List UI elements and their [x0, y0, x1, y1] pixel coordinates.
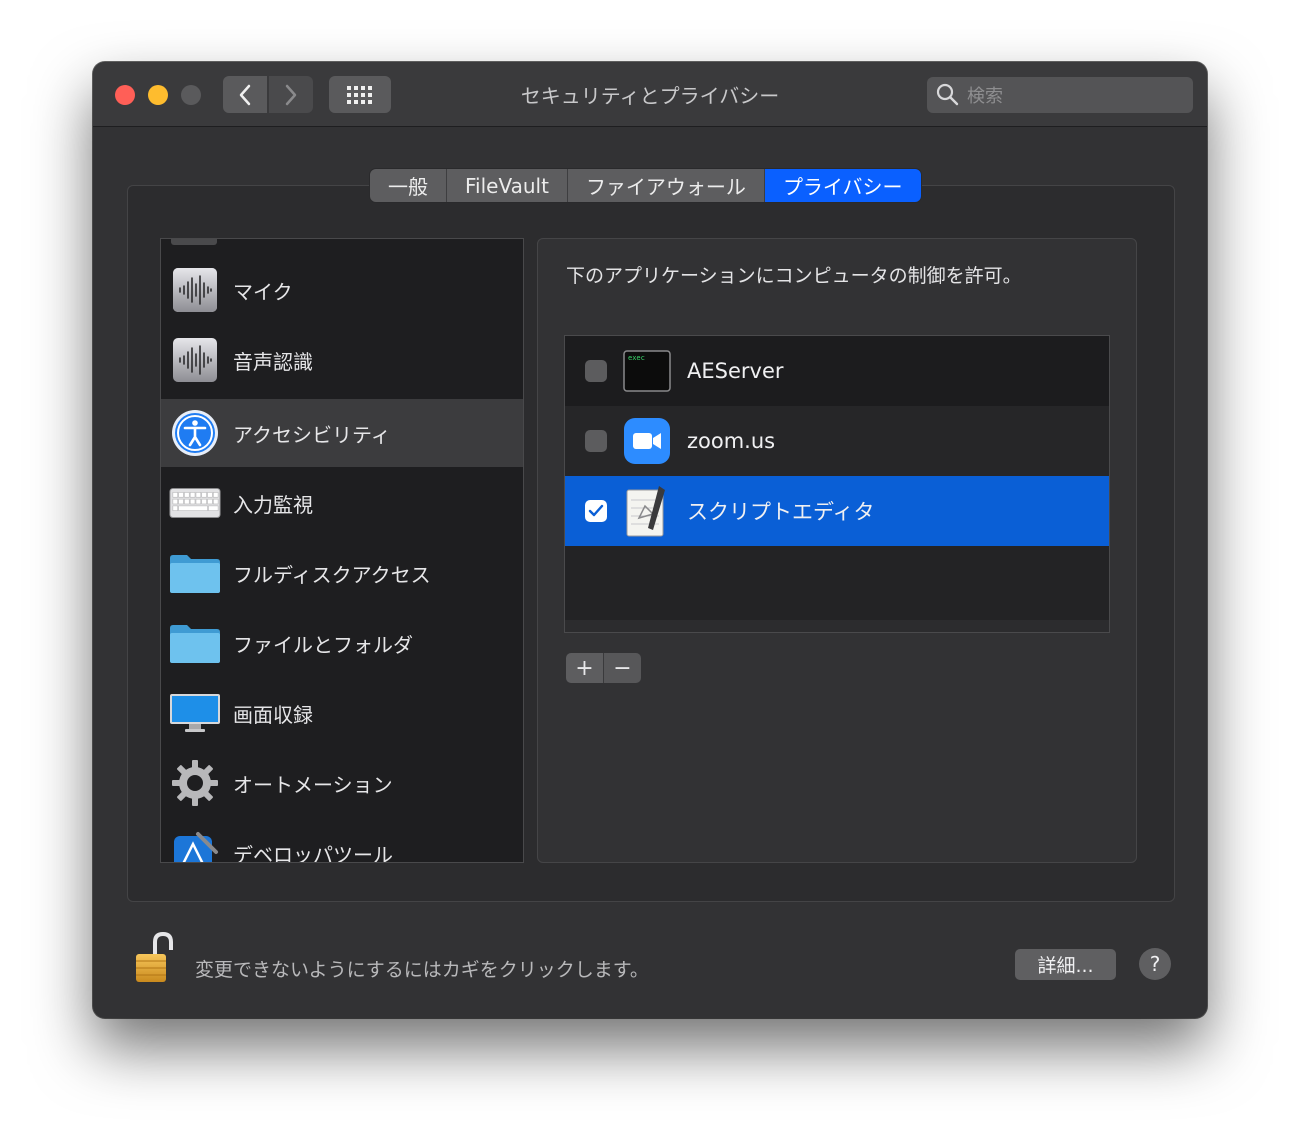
xcode-icon — [169, 827, 221, 862]
sidebar-item-label: アクセシビリティ — [233, 422, 391, 447]
tab-firewall[interactable]: ファイアウォール — [567, 169, 765, 202]
tab-bar: 一般 FileVault ファイアウォール プライバシー — [370, 169, 921, 202]
partial-list-item — [171, 239, 217, 245]
app-name: AEServer — [687, 359, 784, 383]
script-editor-icon — [623, 486, 671, 537]
privacy-service-list[interactable]: マイク 音声認識 アクセシビリティ 入力監視 フルディスクアクセス ファイルとフ… — [160, 238, 524, 863]
remove-app-button[interactable]: − — [603, 653, 641, 683]
sidebar-item-screen-recording[interactable]: 画面収録 — [161, 679, 523, 747]
accessibility-detail-pane: 下のアプリケーションにコンピュータの制御を許可。 exec AEServer z… — [537, 238, 1137, 863]
speech-waveform-icon — [169, 334, 221, 386]
sidebar-item-full-disk-access[interactable]: フルディスクアクセス — [161, 539, 523, 607]
folder-icon — [169, 547, 221, 599]
search-icon — [936, 83, 959, 106]
pane-description: 下のアプリケーションにコンピュータの制御を許可。 — [566, 265, 1022, 287]
gear-icon — [169, 757, 221, 809]
accessibility-icon — [169, 407, 221, 459]
help-button[interactable]: ? — [1139, 948, 1171, 980]
sidebar-item-accessibility[interactable]: アクセシビリティ — [161, 399, 523, 467]
zoom-icon — [623, 417, 671, 465]
sidebar-item-speech-recognition[interactable]: 音声認識 — [161, 326, 523, 394]
search-placeholder: 検索 — [967, 86, 1003, 107]
add-app-button[interactable]: + — [566, 653, 603, 683]
tab-privacy[interactable]: プライバシー — [764, 169, 921, 202]
lock-instruction-text: 変更できないようにするにはカギをクリックします。 — [195, 959, 649, 981]
folder-icon — [169, 617, 221, 669]
sidebar-item-label: 音声認識 — [233, 349, 313, 374]
list-item-script-editor[interactable]: スクリプトエディタ — [565, 476, 1109, 546]
security-privacy-window: セキュリティとプライバシー 検索 一般 FileVault ファイアウォール プ… — [93, 62, 1207, 1018]
microphone-waveform-icon — [169, 264, 221, 316]
sidebar-item-label: オートメーション — [233, 772, 393, 797]
exec-terminal-icon: exec — [623, 347, 671, 395]
list-footer — [565, 620, 1109, 632]
list-item-zoom[interactable]: zoom.us — [565, 406, 1109, 476]
aeserver-checkbox[interactable] — [585, 360, 607, 382]
sidebar-item-input-monitoring[interactable]: 入力監視 — [161, 469, 523, 537]
sidebar-item-label: デベロッパツール — [233, 842, 393, 863]
tab-filevault[interactable]: FileVault — [447, 169, 568, 202]
app-name: zoom.us — [687, 429, 776, 453]
app-name: スクリプトエディタ — [687, 500, 875, 524]
display-icon — [169, 687, 221, 739]
sidebar-item-label: 画面収録 — [233, 702, 313, 727]
checkmark-icon — [588, 504, 604, 517]
keyboard-icon — [169, 477, 221, 529]
titlebar: セキュリティとプライバシー 検索 — [93, 62, 1207, 127]
sidebar-item-label: 入力監視 — [233, 492, 313, 517]
exec-icon-text: exec — [628, 354, 645, 362]
sidebar-item-developer-tools[interactable]: デベロッパツール — [161, 819, 523, 863]
sidebar-item-files-and-folders[interactable]: ファイルとフォルダ — [161, 609, 523, 677]
script-editor-checkbox[interactable] — [585, 500, 607, 522]
tab-general[interactable]: 一般 — [370, 169, 447, 202]
lock-icon[interactable] — [133, 930, 177, 986]
sidebar-item-automation[interactable]: オートメーション — [161, 749, 523, 817]
sidebar-item-microphone[interactable]: マイク — [161, 256, 523, 324]
list-item-aeserver[interactable]: exec AEServer — [565, 336, 1109, 406]
sidebar-item-label: ファイルとフォルダ — [233, 632, 413, 657]
sidebar-item-label: マイク — [233, 279, 293, 304]
advanced-button[interactable]: 詳細... — [1015, 949, 1116, 980]
app-list[interactable]: exec AEServer zoom.us スクリプトエディタ — [564, 335, 1110, 633]
sidebar-item-label: フルディスクアクセス — [233, 562, 431, 587]
search-field[interactable]: 検索 — [927, 77, 1193, 113]
zoom-checkbox[interactable] — [585, 430, 607, 452]
add-remove-controls: + − — [566, 653, 641, 683]
